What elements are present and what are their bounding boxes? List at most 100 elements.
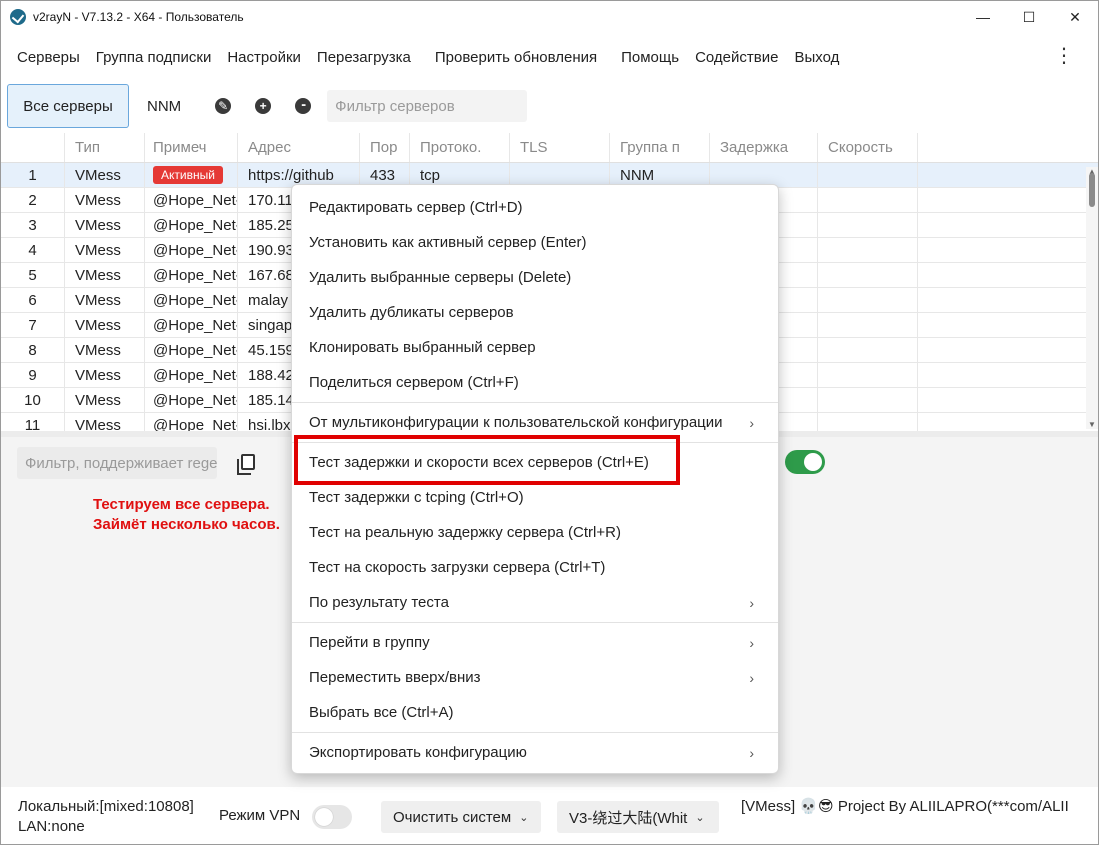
menu-restart[interactable]: Перезагрузка (309, 49, 419, 66)
header-port[interactable]: Пор (360, 133, 410, 162)
row-remark: Активный (145, 163, 238, 187)
title-bar: v2rayN - V7.13.2 - X64 - Пользователь — … (1, 1, 1098, 33)
menu-settings[interactable]: Настройки (219, 49, 309, 66)
header-remark[interactable]: Примеч (145, 133, 238, 162)
menu-item-real-delay[interactable]: Тест на реальную задержку сервера (Ctrl+… (292, 515, 778, 550)
menu-item-move-up-down[interactable]: Переместить вверх/вниз › (292, 660, 778, 695)
menu-item-sort-by-result[interactable]: По результату теста › (292, 585, 778, 620)
row-index: 8 (1, 338, 65, 362)
row-speed (818, 163, 918, 187)
menu-donate[interactable]: Содействие (687, 49, 786, 66)
header-speed[interactable]: Скорость (818, 133, 918, 162)
menu-subscription-group[interactable]: Группа подписки (88, 49, 220, 66)
header-type[interactable]: Тип (65, 133, 145, 162)
window-controls: — ☐ ✕ (960, 1, 1098, 33)
minimize-button[interactable]: — (960, 1, 1006, 33)
v2rayn-logo-icon (10, 9, 26, 25)
menu-item-remove-duplicates[interactable]: Удалить дубликаты серверов (292, 295, 778, 330)
chevron-down-icon: ⌄ (519, 811, 529, 824)
table-scrollbar[interactable]: ▲ ▼ (1086, 167, 1098, 429)
row-index: 10 (1, 388, 65, 412)
log-filter-input[interactable]: Фильтр, поддерживает regex (17, 447, 217, 479)
row-remark: @Hope_Net- (145, 238, 238, 262)
row-remark: @Hope_Net- (145, 213, 238, 237)
row-index: 7 (1, 313, 65, 337)
menu-item-clone-server[interactable]: Клонировать выбранный сервер (292, 330, 778, 365)
more-vert-icon[interactable]: ⋮ (1054, 45, 1074, 67)
row-type: VMess (65, 313, 145, 337)
autoscroll-toggle[interactable] (785, 450, 825, 474)
header-delay[interactable]: Задержка (710, 133, 818, 162)
header-protocol[interactable]: Протоко. (410, 133, 510, 162)
row-type: VMess (65, 263, 145, 287)
row-index: 5 (1, 263, 65, 287)
menu-servers[interactable]: Серверы (9, 49, 88, 66)
menu-help[interactable]: Помощь (613, 49, 687, 66)
row-type: VMess (65, 238, 145, 262)
table-header: Тип Примеч Адрес Пор Протоко. TLS Группа… (1, 133, 1098, 163)
menu-item-label: Тест на реальную задержку сервера (Ctrl+… (309, 524, 621, 541)
scrollbar-thumb[interactable] (1089, 173, 1095, 207)
server-filter-input[interactable]: Фильтр серверов (327, 90, 528, 122)
row-remark: @Hope_Net- (145, 288, 238, 312)
menu-check-updates[interactable]: Проверить обновления (427, 49, 605, 66)
current-server-info: [VMess] 💀😎 Project By ALIILAPRO(***com/A… (741, 798, 1069, 815)
tab-all-servers[interactable]: Все серверы (7, 84, 129, 128)
local-proxy-info: Локальный:[mixed:10808] LAN:none (18, 797, 194, 837)
row-remark: @Hope_Net- (145, 413, 238, 433)
routing-value: V3-绕过大陆(Whit (569, 809, 688, 827)
active-badge: Активный (153, 166, 223, 184)
add-icon[interactable]: + (255, 98, 272, 114)
scroll-down-icon[interactable]: ▼ (1088, 420, 1096, 429)
menu-item-label: Экспортировать конфигурацию (309, 744, 527, 761)
header-tls[interactable]: TLS (510, 133, 610, 162)
menu-item-move-to-group[interactable]: Перейти в группу › (292, 625, 778, 660)
menu-item-select-all[interactable]: Выбрать все (Ctrl+A) (292, 695, 778, 730)
system-proxy-value: Очистить систем (393, 808, 512, 826)
vpn-mode-label: Режим VPN (219, 807, 301, 824)
row-index: 9 (1, 363, 65, 387)
vpn-mode-toggle[interactable] (312, 805, 352, 829)
row-type: VMess (65, 213, 145, 237)
menu-separator (292, 622, 778, 623)
row-type: VMess (65, 363, 145, 387)
header-address[interactable]: Адрес (238, 133, 360, 162)
edit-icon[interactable]: ✎ (215, 98, 232, 114)
header-index[interactable] (1, 133, 65, 162)
menu-item-set-active[interactable]: Установить как активный сервер (Enter) (292, 225, 778, 260)
row-type: VMess (65, 288, 145, 312)
menu-item-share-server[interactable]: Поделиться сервером (Ctrl+F) (292, 365, 778, 400)
menu-item-label: Выбрать все (Ctrl+A) (309, 704, 454, 721)
menu-item-export-config[interactable]: Экспортировать конфигурацию › (292, 735, 778, 770)
menu-item-label: Тест на скорость загрузки сервера (Ctrl+… (309, 559, 606, 576)
menu-item-label: Установить как активный сервер (Enter) (309, 234, 587, 251)
menu-separator (292, 732, 778, 733)
row-index: 6 (1, 288, 65, 312)
menu-bar: Серверы Группа подписки Настройки Переза… (9, 45, 1098, 69)
row-index: 2 (1, 188, 65, 212)
menu-item-label: Поделиться сервером (Ctrl+F) (309, 374, 519, 391)
chevron-down-icon: ⌄ (695, 811, 705, 824)
row-type: VMess (65, 388, 145, 412)
menu-exit[interactable]: Выход (786, 49, 847, 66)
menu-item-label: Редактировать сервер (Ctrl+D) (309, 199, 523, 216)
close-button[interactable]: ✕ (1052, 1, 1098, 33)
local-port-text: Локальный:[mixed:10808] (18, 798, 194, 815)
more-horiz-icon[interactable]: ••• (295, 98, 312, 114)
server-toolbar: Все серверы NNM ✎ + ••• Фильтр серверов (7, 83, 1098, 129)
system-proxy-dropdown[interactable]: Очистить систем ⌄ (381, 801, 541, 833)
maximize-button[interactable]: ☐ (1006, 1, 1052, 33)
copy-icon[interactable] (237, 454, 255, 475)
lan-text: LAN:none (18, 818, 85, 835)
chevron-right-icon: › (749, 669, 754, 686)
note-line-1: Тестируем все сервера. (93, 496, 270, 513)
row-index: 3 (1, 213, 65, 237)
menu-item-speed-test[interactable]: Тест на скорость загрузки сервера (Ctrl+… (292, 550, 778, 585)
routing-dropdown[interactable]: V3-绕过大陆(Whit ⌄ (557, 801, 719, 833)
menu-item-edit-server[interactable]: Редактировать сервер (Ctrl+D) (292, 190, 778, 225)
menu-item-tcping[interactable]: Тест задержки с tcping (Ctrl+O) (292, 480, 778, 515)
tab-group-nnm[interactable]: NNM (147, 98, 181, 115)
chevron-right-icon: › (749, 414, 754, 431)
menu-item-delete-selected[interactable]: Удалить выбранные серверы (Delete) (292, 260, 778, 295)
header-group[interactable]: Группа п (610, 133, 710, 162)
